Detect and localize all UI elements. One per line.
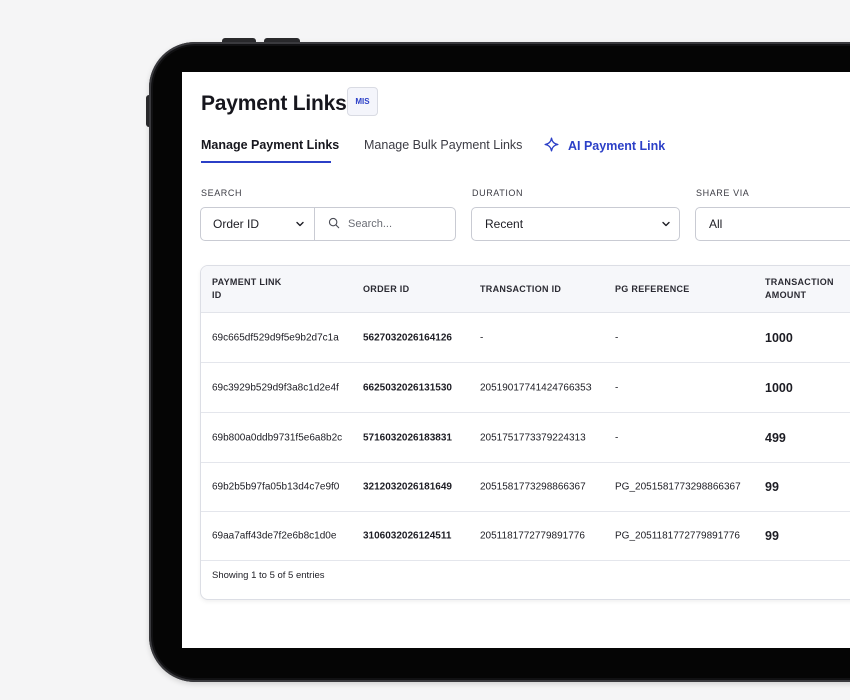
payment-links-table: PAYMENT LINK ID ORDER ID TRANSACTION ID … bbox=[200, 265, 850, 600]
search-field-select[interactable]: Order ID bbox=[201, 208, 315, 240]
cell-transaction-id: - bbox=[480, 332, 484, 343]
tab-ai-payment-link[interactable]: AI Payment Link bbox=[544, 137, 665, 155]
chevron-down-icon bbox=[295, 219, 305, 229]
cell-payment-link-id: 69c665df529d9f5e9b2d7c1a bbox=[212, 332, 339, 343]
search-field-value: Order ID bbox=[213, 217, 260, 231]
cell-transaction-id: 2051181772779891776 bbox=[480, 530, 585, 541]
cell-payment-link-id: 69b800a0ddb9731f5e6a8b2c bbox=[212, 432, 343, 443]
search-input[interactable] bbox=[348, 218, 448, 230]
search-label: SEARCH bbox=[201, 188, 243, 198]
duration-value: Recent bbox=[485, 217, 524, 231]
column-header-payment-link-id: PAYMENT LINK ID bbox=[212, 277, 282, 300]
cell-transaction-id: 2051901774142476635З bbox=[480, 382, 592, 393]
cell-payment-link-id: 69aa7aff43de7f2e6b8c1d0e bbox=[212, 530, 337, 541]
pagination-summary: Showing 1 to 5 of 5 entries bbox=[212, 570, 325, 581]
table-row[interactable]: 69c3929b529d9f3a8c1d2e4f 662503202613153… bbox=[201, 363, 850, 413]
cell-transaction-amount: 99 bbox=[765, 528, 779, 543]
tab-ai-label: AI Payment Link bbox=[568, 139, 666, 153]
cell-transaction-amount: 499 bbox=[765, 430, 786, 445]
cell-order-id: 5716032026183831 bbox=[363, 432, 452, 443]
share-via-value: All bbox=[709, 217, 723, 231]
chevron-down-icon bbox=[661, 219, 671, 229]
page-title: Payment Links bbox=[201, 92, 347, 115]
column-header-pg-reference: PG REFERENCE bbox=[615, 284, 690, 294]
search-icon bbox=[328, 217, 340, 232]
cell-transaction-id: 2051581773298866367 bbox=[480, 481, 586, 492]
active-tab-indicator bbox=[201, 161, 331, 163]
table-row[interactable]: 69aa7aff43de7f2e6b8c1d0e 310603202612451… bbox=[201, 511, 850, 561]
search-input-wrap bbox=[315, 208, 455, 240]
cell-order-id: 3212032026181649 bbox=[363, 481, 452, 492]
cell-pg-reference: - bbox=[615, 432, 619, 443]
cell-transaction-amount: 1000 bbox=[765, 380, 793, 395]
cell-payment-link-id: 69b2b5b97fa05b13d4c7e9f0 bbox=[212, 481, 340, 492]
cell-order-id: 6625032026131530 bbox=[363, 382, 452, 393]
tab-manage-payment-links[interactable]: Manage Payment Links bbox=[201, 138, 339, 152]
column-header-transaction-id: TRANSACTION ID bbox=[480, 284, 562, 294]
mis-button[interactable]: MIS bbox=[347, 87, 378, 116]
table-row[interactable]: 69c665df529d9f5e9b2d7c1a 562703202616412… bbox=[201, 313, 850, 363]
duration-select[interactable]: Recent bbox=[471, 207, 680, 241]
app-screen: Payment Links MIS Manage Payment Links M… bbox=[182, 72, 850, 648]
cell-order-id: 5627032026164126 bbox=[363, 332, 452, 343]
cell-transaction-id: 2051751773379224313 bbox=[480, 432, 586, 443]
table-row[interactable]: 69b800a0ddb9731f5e6a8b2c 571603202618383… bbox=[201, 413, 850, 463]
cell-transaction-amount: 1000 bbox=[765, 330, 793, 345]
cell-pg-reference: - bbox=[615, 382, 619, 393]
stage: Payment Links MIS Manage Payment Links M… bbox=[0, 0, 850, 700]
tab-manage-bulk-payment-links[interactable]: Manage Bulk Payment Links bbox=[364, 138, 522, 152]
sparkle-icon bbox=[544, 137, 559, 155]
share-via-label: SHARE VIA bbox=[696, 188, 750, 198]
table-header: PAYMENT LINK ID ORDER ID TRANSACTION ID … bbox=[201, 266, 850, 313]
search-group: Order ID bbox=[200, 207, 456, 241]
share-via-select[interactable]: All bbox=[695, 207, 850, 241]
cell-pg-reference: PG_2051581773298866367 bbox=[615, 481, 741, 492]
cell-pg-reference: - bbox=[615, 332, 619, 343]
column-header-transaction-amount: TRANSACTION AMOUNT bbox=[765, 277, 834, 300]
cell-payment-link-id: 69c3929b529d9f3a8c1d2e4f bbox=[212, 382, 339, 393]
table-row[interactable]: 69b2b5b97fa05b13d4c7e9f0 321203202618164… bbox=[201, 462, 850, 512]
cell-transaction-amount: 99 bbox=[765, 479, 779, 494]
cell-pg-reference: PG_2051181772779891776 bbox=[615, 530, 740, 541]
column-header-order-id: ORDER ID bbox=[363, 284, 410, 294]
duration-label: DURATION bbox=[472, 188, 524, 198]
cell-order-id: 3106032026124511 bbox=[363, 530, 452, 541]
